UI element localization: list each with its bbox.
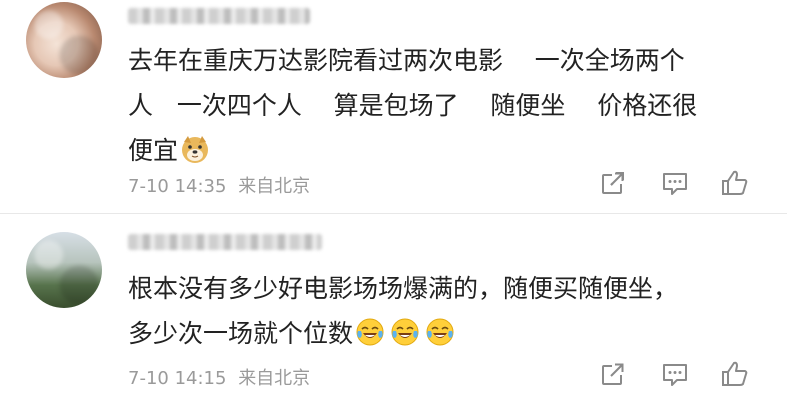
- comment-text: 根本没有多少好电影场场爆满的，随便买随便坐， 多少次一场就个位数: [128, 266, 768, 356]
- comment-text-fragment: 多少次一场就个位数: [128, 319, 354, 348]
- comment-location: 来自北京: [238, 176, 311, 197]
- comment-icon[interactable]: [660, 359, 690, 389]
- comment-actions: [598, 359, 758, 389]
- comment-date: 7-10 14:15: [128, 368, 227, 389]
- share-icon[interactable]: [598, 359, 628, 389]
- comment-icon[interactable]: [660, 168, 690, 198]
- like-icon[interactable]: [720, 168, 750, 198]
- share-icon[interactable]: [598, 168, 628, 198]
- comment-text-line: 多少次一场就个位数: [128, 311, 768, 356]
- comment-text-line: 去年在重庆万达影院看过两次电影 一次全场两个: [128, 46, 685, 75]
- laugh-cry-emoji-icon: [356, 318, 384, 346]
- like-icon[interactable]: [720, 359, 750, 389]
- comment-meta: 7-10 14:35 来自北京: [128, 172, 310, 198]
- avatar[interactable]: [26, 2, 102, 78]
- comment-text-line: 人 一次四个人 算是包场了 随便坐 价格还很: [128, 91, 698, 120]
- comment-date: 7-10 14:35: [128, 176, 227, 197]
- comment-text: 去年在重庆万达影院看过两次电影 一次全场两个 人 一次四个人 算是包场了 随便坐…: [128, 38, 768, 173]
- laugh-cry-emoji-icon: [426, 318, 454, 346]
- comment-text-line: 便宜: [128, 128, 768, 173]
- comment-item: 根本没有多少好电影场场爆满的，随便买随便坐， 多少次一场就个位数 7-10 14…: [0, 214, 787, 407]
- comment-meta: 7-10 14:15 来自北京: [128, 364, 310, 390]
- username-blurred[interactable]: [128, 8, 310, 24]
- comment-text-fragment: 便宜: [128, 136, 179, 165]
- comment-location: 来自北京: [238, 368, 311, 389]
- laugh-cry-emoji-icon: [391, 318, 419, 346]
- avatar[interactable]: [26, 232, 102, 308]
- username-blurred[interactable]: [128, 234, 322, 250]
- comment-item: 去年在重庆万达影院看过两次电影 一次全场两个 人 一次四个人 算是包场了 随便坐…: [0, 0, 787, 213]
- doge-emoji-icon: [182, 136, 209, 163]
- comment-text-line: 根本没有多少好电影场场爆满的，随便买随便坐，: [128, 274, 679, 303]
- comment-actions: [598, 168, 758, 198]
